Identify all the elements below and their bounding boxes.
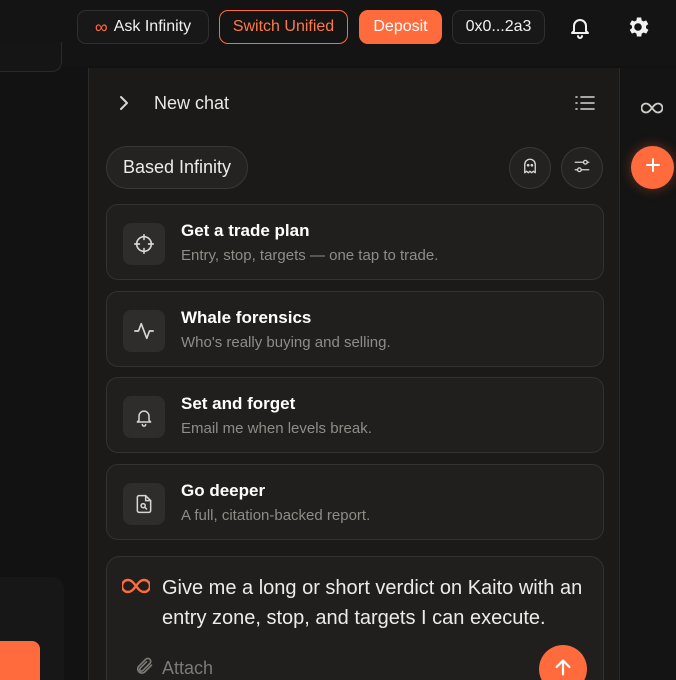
model-selector-button[interactable]: Based Infinity	[106, 146, 248, 189]
settings-sliders-button[interactable]	[561, 147, 603, 189]
bell-icon[interactable]	[563, 10, 597, 44]
attach-button[interactable]: Attach	[134, 656, 213, 680]
list-icon[interactable]	[573, 92, 597, 114]
sliders-icon	[573, 157, 591, 180]
suggestion-title: Whale forensics	[181, 308, 312, 327]
ask-infinity-button[interactable]: ∞ Ask Infinity	[77, 10, 209, 44]
infinity-icon[interactable]	[640, 98, 664, 118]
crosshair-icon	[123, 223, 165, 265]
chat-title: New chat	[154, 93, 230, 113]
suggestion-card-trade-plan[interactable]: Get a trade plan Entry, stop, targets — …	[106, 204, 604, 280]
ask-infinity-label: Ask Infinity	[113, 18, 192, 35]
suggestion-subtitle: Email me when levels break.	[181, 420, 372, 437]
gear-icon[interactable]	[621, 10, 655, 44]
deposit-button[interactable]: Deposit	[359, 10, 442, 44]
plus-icon	[644, 156, 662, 179]
activity-icon	[123, 310, 165, 352]
suggestion-title: Set and forget	[181, 394, 296, 413]
left-panel-card	[0, 42, 62, 72]
infinity-icon	[122, 575, 152, 597]
infinity-icon: ∞	[94, 17, 108, 37]
arrow-up-icon	[552, 656, 574, 680]
composer-input[interactable]: Give me a long or short verdict on Kaito…	[162, 573, 592, 633]
bell-icon	[123, 396, 165, 438]
suggestion-title: Get a trade plan	[181, 221, 310, 240]
wallet-address-button[interactable]: 0x0...2a3	[452, 10, 545, 44]
ghost-icon	[521, 157, 539, 180]
document-search-icon	[123, 483, 165, 525]
suggestion-subtitle: Entry, stop, targets — one tap to trade.	[181, 247, 439, 264]
chevron-right-icon[interactable]	[114, 91, 134, 115]
paperclip-icon	[134, 656, 154, 680]
suggestion-subtitle: A full, citation-backed report.	[181, 507, 371, 524]
suggestion-subtitle: Who's really buying and selling.	[181, 334, 391, 351]
switch-unified-button[interactable]: Switch Unified	[219, 10, 348, 44]
suggestion-title: Go deeper	[181, 481, 266, 500]
ghost-mode-button[interactable]	[509, 147, 551, 189]
suggestion-card-set-and-forget[interactable]: Set and forget Email me when levels brea…	[106, 377, 604, 453]
new-chat-button[interactable]	[631, 146, 674, 189]
top-bar: ∞ Ask Infinity Switch Unified Deposit 0x…	[0, 0, 676, 66]
left-panel-action-button[interactable]	[0, 641, 40, 680]
attach-label: Attach	[162, 658, 214, 678]
suggestion-card-whale-forensics[interactable]: Whale forensics Who's really buying and …	[106, 291, 604, 367]
suggestion-card-go-deeper[interactable]: Go deeper A full, citation-backed report…	[106, 464, 604, 540]
